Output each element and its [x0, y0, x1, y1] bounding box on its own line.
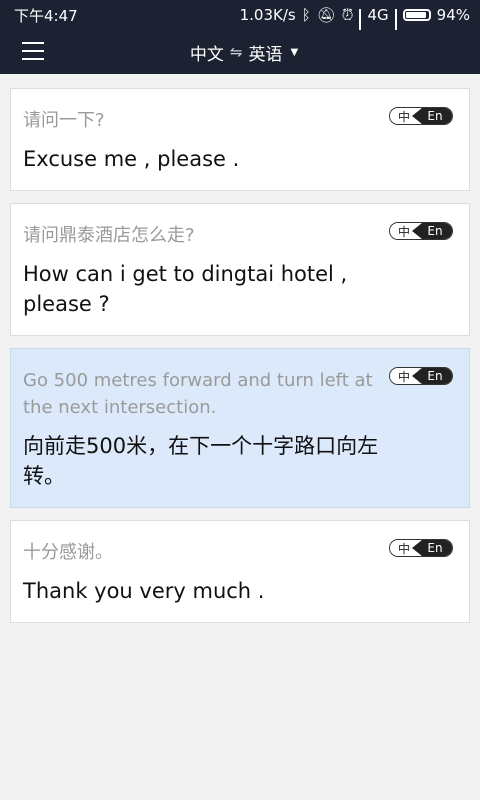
source-text: Go 500 metres forward and turn left at t… — [23, 370, 373, 418]
swap-icon[interactable]: ⇋ — [230, 43, 243, 61]
source-text: 请问鼎泰酒店怎么走? — [23, 225, 195, 246]
translation-text: How can i get to dingtai hotel , please … — [23, 262, 348, 316]
toggle-en[interactable]: En — [412, 108, 452, 124]
alarm-icon: ⏰︎ — [341, 6, 354, 24]
source-text: 十分感谢。 — [23, 542, 113, 563]
translation-card[interactable]: 请问一下? Excuse me , please . 中 En — [10, 88, 470, 191]
language-toggle[interactable]: 中 En — [389, 367, 453, 385]
app-bar: 中文 ⇋ 英语 ▼ — [0, 30, 480, 74]
translation-card[interactable]: 请问鼎泰酒店怎么走? How can i get to dingtai hote… — [10, 203, 470, 336]
status-bar: 下午4:47 1.03K/s ᛒ 🔕︎ ⏰︎ 4G 94% — [0, 0, 480, 42]
status-time: 下午4:47 — [14, 6, 78, 25]
chevron-down-icon[interactable]: ▼ — [290, 47, 298, 58]
battery-fill — [405, 12, 427, 18]
language-selector[interactable]: 中文 ⇋ 英语 ▼ — [8, 30, 480, 74]
battery-icon — [402, 9, 431, 21]
toggle-en[interactable]: En — [412, 223, 452, 239]
translation-card-active[interactable]: Go 500 metres forward and turn left at t… — [10, 348, 470, 508]
toggle-en[interactable]: En — [412, 540, 452, 556]
language-toggle[interactable]: 中 En — [389, 107, 453, 125]
source-text: 请问一下? — [23, 110, 105, 131]
translation-card[interactable]: 十分感谢。 Thank you very much . 中 En — [10, 520, 470, 623]
status-icons: 1.03K/s ᛒ 🔕︎ ⏰︎ 4G 94% — [239, 6, 470, 42]
translation-text: Excuse me , please . — [23, 147, 240, 171]
network-speed: 1.03K/s — [239, 6, 296, 24]
source-language[interactable]: 中文 — [190, 40, 224, 65]
battery-percent: 94% — [436, 6, 470, 24]
language-toggle[interactable]: 中 En — [389, 539, 453, 557]
target-language[interactable]: 英语 — [248, 40, 282, 65]
translation-text: 向前走500米，在下一个十字路口向左转。 — [23, 434, 379, 488]
language-toggle[interactable]: 中 En — [389, 222, 453, 240]
network-type: 4G — [367, 6, 389, 24]
toggle-en[interactable]: En — [412, 368, 452, 384]
signal-icon-2 — [394, 9, 397, 42]
mute-icon: 🔕︎ — [316, 6, 336, 24]
signal-icon — [359, 9, 362, 42]
conversation-list: 请问一下? Excuse me , please . 中 En 请问鼎泰酒店怎么… — [10, 88, 470, 635]
translation-text: Thank you very much . — [23, 579, 265, 603]
bluetooth-icon: ᛒ — [301, 6, 311, 24]
